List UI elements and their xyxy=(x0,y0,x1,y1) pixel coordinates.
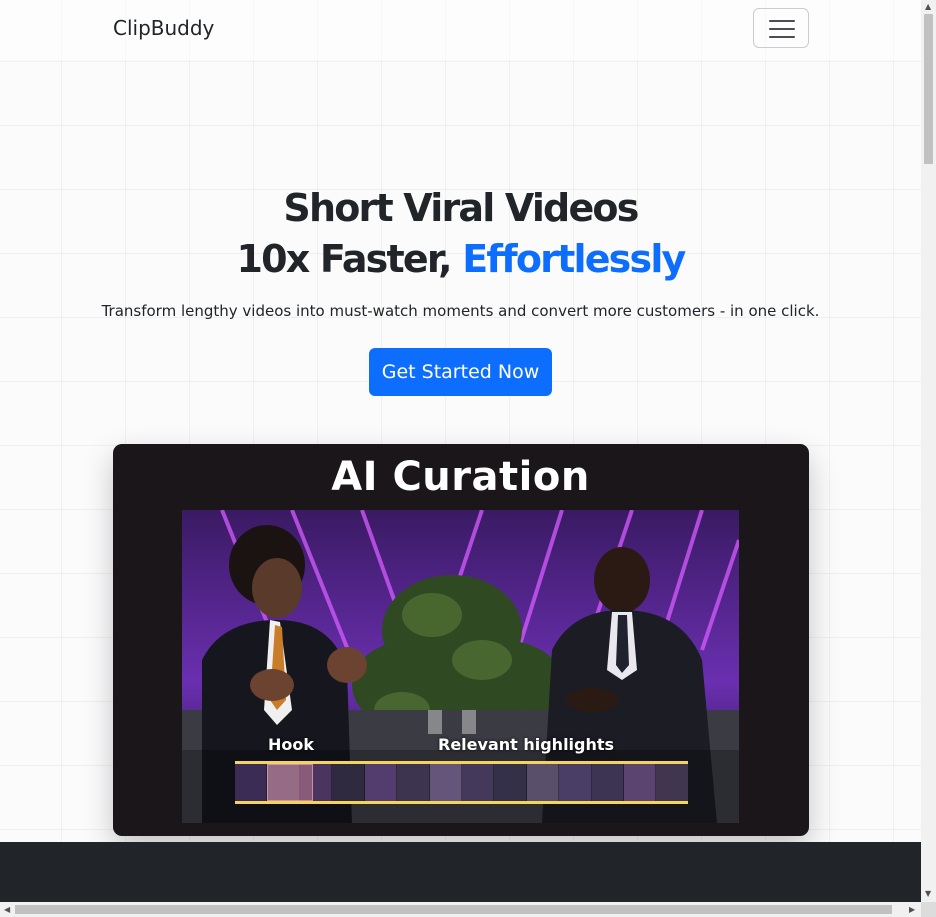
vertical-scroll-thumb[interactable] xyxy=(924,14,933,164)
hero-subtitle: Transform lengthy videos into must-watch… xyxy=(101,302,820,320)
timeline-thumbnail xyxy=(332,764,365,801)
menu-toggle-button[interactable] xyxy=(753,8,809,48)
page: ClipBuddy Short Viral Videos 10x Faster,… xyxy=(0,0,921,902)
scroll-right-arrow-icon[interactable]: ▶ xyxy=(909,905,915,914)
hamburger-menu-icon-bar xyxy=(769,36,795,38)
hero-title-accent: Effortlessly xyxy=(462,237,686,281)
hamburger-menu-icon-bar xyxy=(769,28,795,30)
scroll-up-arrow-icon[interactable]: ▲ xyxy=(925,2,931,11)
timeline-thumbnail xyxy=(559,764,592,801)
scrollbar-corner xyxy=(921,902,936,917)
timeline-thumbnail xyxy=(235,764,268,801)
hero-title-line1: Short Viral Videos xyxy=(283,186,639,230)
timeline-thumbnail xyxy=(429,764,462,801)
horizontal-scroll-thumb[interactable] xyxy=(15,905,892,914)
hero-title-line2: 10x Faster, Effortlessly xyxy=(0,233,921,285)
hook-selection-marker xyxy=(267,764,313,801)
video-heading: AI Curation xyxy=(331,454,590,500)
hamburger-menu-icon xyxy=(769,20,795,22)
timeline-thumbnail xyxy=(494,764,527,801)
timeline-thumbnail xyxy=(397,764,430,801)
timeline-label-highlights: Relevant highlights xyxy=(438,735,615,754)
dark-section xyxy=(0,842,921,902)
timeline-thumbnail xyxy=(624,764,657,801)
timeline-thumbnail xyxy=(591,764,625,801)
scroll-left-arrow-icon[interactable]: ◀ xyxy=(4,905,10,914)
timeline-thumbnail xyxy=(526,764,560,801)
get-started-button[interactable]: Get Started Now xyxy=(369,348,552,396)
navbar: ClipBuddy xyxy=(0,0,921,60)
hero-title-plain: 10x Faster, xyxy=(236,237,463,281)
timeline-thumbnail xyxy=(656,764,688,801)
horizontal-scrollbar[interactable]: ◀ ▶ xyxy=(0,902,921,917)
timeline-thumbnail xyxy=(364,764,398,801)
vertical-scrollbar[interactable]: ▲ ▼ xyxy=(921,0,936,902)
brand-logo-link[interactable]: ClipBuddy xyxy=(113,16,214,40)
timeline-thumbnail xyxy=(461,764,495,801)
timeline-label-hook: Hook xyxy=(268,735,315,754)
scroll-down-arrow-icon[interactable]: ▼ xyxy=(925,889,931,898)
